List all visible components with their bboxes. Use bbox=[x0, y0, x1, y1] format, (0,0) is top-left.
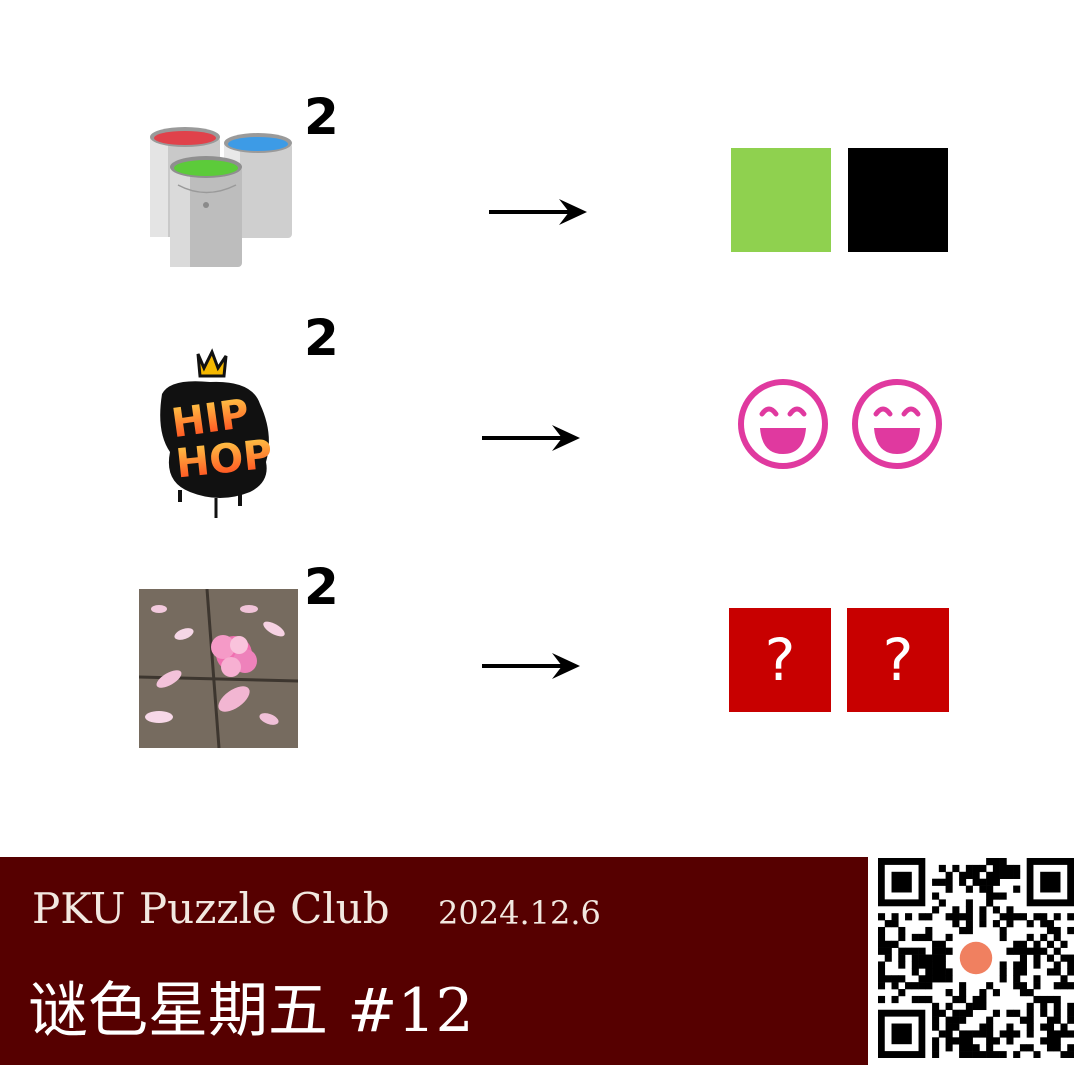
date-label: 2024.12.6 bbox=[438, 894, 601, 932]
qr-code[interactable] bbox=[878, 858, 1075, 1059]
exponent-label: 2 bbox=[304, 309, 339, 367]
hip-hop-graffiti-image: HIP HOP bbox=[150, 342, 280, 522]
smiley-face-icon bbox=[738, 379, 828, 469]
pink-flower-petals-image bbox=[138, 588, 299, 749]
club-name: PKU Puzzle Club bbox=[32, 884, 390, 933]
question-mark: ? bbox=[882, 626, 914, 694]
green-square bbox=[731, 148, 831, 252]
question-box: ? bbox=[847, 608, 949, 712]
arrow-right-icon bbox=[482, 425, 580, 451]
question-box: ? bbox=[729, 608, 831, 712]
black-square bbox=[848, 148, 948, 252]
arrow-right-icon bbox=[489, 199, 587, 225]
exponent-label: 2 bbox=[304, 558, 339, 616]
exponent-label: 2 bbox=[304, 88, 339, 146]
puzzle-title: 谜色星期五 #12 bbox=[28, 976, 474, 1046]
paint-buckets-image bbox=[138, 125, 298, 270]
question-mark: ? bbox=[764, 626, 796, 694]
smiley-face-icon bbox=[852, 379, 942, 469]
qr-logo-icon bbox=[959, 941, 993, 975]
arrow-right-icon bbox=[482, 653, 580, 679]
